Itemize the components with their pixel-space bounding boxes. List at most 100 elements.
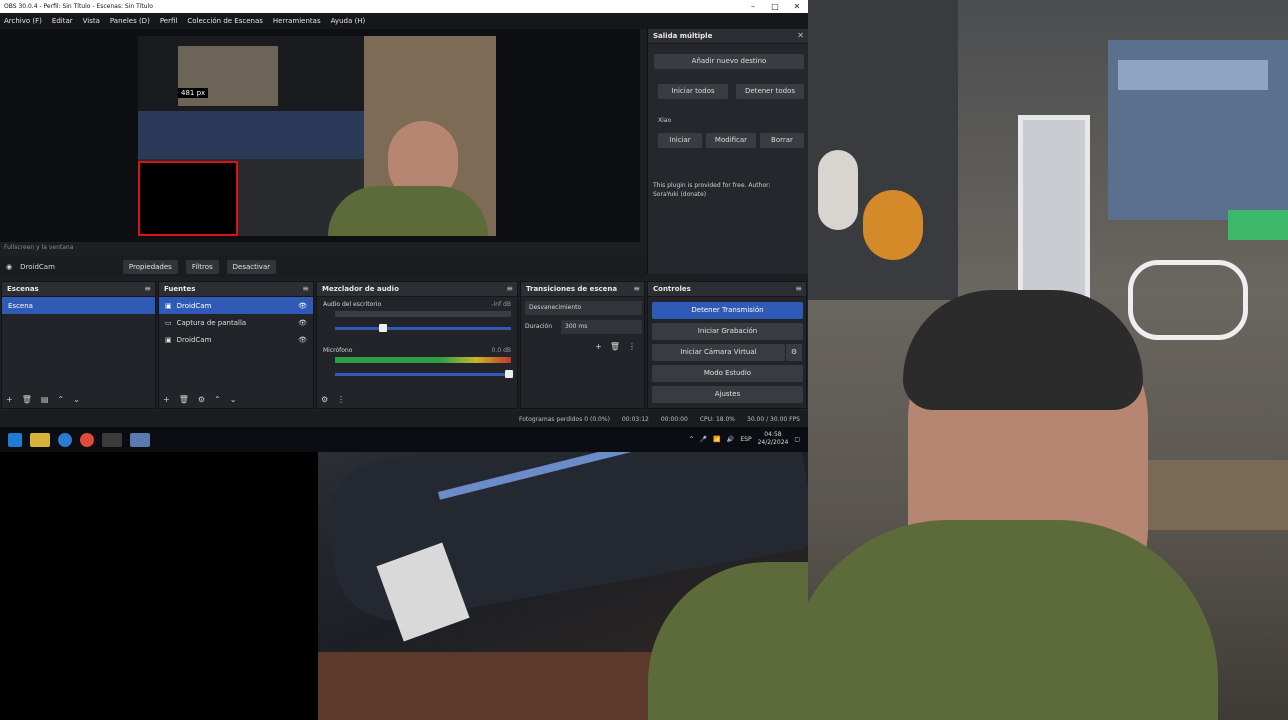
trash-icon[interactable]: 🗑 — [179, 395, 189, 404]
down-icon[interactable]: ⌄ — [73, 395, 80, 404]
desktop-volume-slider[interactable] — [335, 327, 511, 330]
scenes-title: Escenas — [7, 285, 39, 293]
dock-menu-icon[interactable]: ≡ — [633, 284, 640, 293]
start-all-button[interactable]: Iniciar todos — [658, 84, 728, 99]
preview-shirt — [328, 186, 488, 236]
visibility-eye-icon[interactable]: 👁 — [298, 302, 307, 310]
app-icon[interactable] — [130, 432, 150, 447]
hexagon-frame — [1128, 260, 1248, 340]
visibility-eye-icon[interactable]: 👁 — [298, 336, 307, 344]
up-icon[interactable]: ⌃ — [57, 395, 64, 404]
scenes-footer: + 🗑 ▤ ⌃ ⌄ — [6, 395, 80, 404]
target-delete-button[interactable]: Borrar — [760, 133, 804, 148]
sources-footer: + 🗑 ⚙ ⌃ ⌄ — [163, 395, 236, 404]
slider-handle[interactable] — [379, 324, 387, 332]
gear-icon[interactable]: ⚙ — [786, 344, 802, 361]
windows-start-icon[interactable] — [8, 432, 22, 447]
more-icon[interactable]: ⋮ — [337, 395, 345, 404]
edge-browser-icon[interactable] — [58, 432, 72, 447]
clock[interactable]: 04:58 24/2/2024 — [758, 431, 789, 447]
add-icon[interactable]: + — [6, 395, 13, 404]
mixer-settings-icon[interactable]: ⚙ — [321, 395, 328, 404]
stop-streaming-button[interactable]: Detener Transmisión — [652, 302, 803, 319]
menu-coleccion[interactable]: Colección de Escenas — [187, 17, 263, 25]
studio-mode-button[interactable]: Modo Estudio — [652, 365, 803, 382]
obs-app-icon[interactable] — [102, 432, 122, 447]
transition-toolbar: + 🗑 ⋮ — [595, 342, 636, 351]
rec-time: 00:00:00 — [660, 415, 688, 423]
controls-header: Controles ≡ — [648, 282, 806, 297]
status-bar: Fotogramas perdidos 0 (0.0%) 00:03:12 00… — [0, 411, 808, 427]
source-item[interactable]: ▭ Captura de pantalla 👁 — [159, 314, 313, 331]
menu-paneles[interactable]: Paneles (D) — [110, 17, 150, 25]
desktop-audio-meter — [335, 311, 511, 317]
selected-source-name: DroidCam — [20, 262, 55, 271]
selected-source-box[interactable] — [138, 161, 238, 236]
add-icon[interactable]: + — [163, 395, 170, 404]
target-modify-button[interactable]: Modificar — [706, 133, 756, 148]
sources-dock: Fuentes ≡ ▣ DroidCam 👁 ▭ Captura de pantalla… — [158, 281, 314, 409]
audio-mixer-dock: Mezclador de audio ≡ Audio del escritorio… — [316, 281, 518, 409]
close-button[interactable]: ✕ — [786, 0, 808, 13]
add-icon[interactable]: + — [595, 342, 602, 351]
scene-item[interactable]: Escena — [2, 297, 155, 314]
network-icon[interactable]: 📶 — [713, 436, 720, 443]
transition-type-select[interactable]: Desvanecimiento — [525, 301, 642, 315]
webcam-scene-right — [808, 0, 1288, 720]
maximize-button[interactable]: □ — [764, 0, 786, 13]
source-item[interactable]: ▣ DroidCam 👁 — [159, 331, 313, 348]
start-virtual-camera-button[interactable]: Iniciar Cámara Virtual — [652, 344, 785, 361]
mic-volume-slider[interactable] — [335, 373, 511, 376]
deactivate-button[interactable]: Desactivar — [226, 259, 277, 274]
volume-icon[interactable]: 🔊 — [727, 436, 734, 443]
add-target-button[interactable]: Añadir nuevo destino — [654, 54, 804, 69]
transitions-dock: Transiciones de escena ≡ Desvanecimiento … — [520, 281, 645, 409]
wooden-drawer — [1138, 460, 1288, 530]
source-label: DroidCam — [176, 335, 212, 344]
slider-handle[interactable] — [505, 370, 513, 378]
dock-menu-icon[interactable]: ≡ — [302, 284, 309, 293]
dock-menu-icon[interactable]: ≡ — [795, 284, 802, 293]
menu-editar[interactable]: Editar — [52, 17, 73, 25]
file-explorer-icon[interactable] — [30, 432, 50, 447]
target-start-button[interactable]: Iniciar — [658, 133, 702, 148]
settings-button[interactable]: Ajustes — [652, 386, 803, 403]
filters-button[interactable]: Filtros — [185, 259, 219, 274]
minimize-button[interactable]: – — [742, 0, 764, 13]
close-icon[interactable]: ✕ — [797, 31, 804, 40]
up-icon[interactable]: ⌃ — [214, 395, 221, 404]
multi-output-title: Salida múltiple — [653, 32, 713, 40]
controls-title: Controles — [653, 285, 691, 293]
chrome-browser-icon[interactable] — [80, 432, 94, 447]
cpu-usage: CPU: 18.0% — [699, 415, 736, 423]
audio-mixer-header: Mezclador de audio ≡ — [317, 282, 517, 297]
notification-icon[interactable]: ▢ — [794, 436, 800, 443]
source-item[interactable]: ▣ DroidCam 👁 — [159, 297, 313, 314]
preview-canvas[interactable]: 481 px — [138, 36, 496, 236]
filter-icon[interactable]: ▤ — [41, 395, 49, 404]
language-indicator[interactable]: ESP — [740, 436, 751, 443]
more-icon[interactable]: ⋮ — [628, 342, 636, 351]
duration-input[interactable]: 300 ms — [561, 320, 642, 334]
properties-button[interactable]: Propiedades — [122, 259, 178, 274]
visibility-eye-icon[interactable]: 👁 — [298, 319, 307, 327]
chevron-up-icon[interactable]: ^ — [689, 436, 694, 443]
dock-menu-icon[interactable]: ≡ — [506, 284, 513, 293]
menu-vista[interactable]: Vista — [83, 17, 100, 25]
trash-icon[interactable]: 🗑 — [610, 342, 620, 351]
down-icon[interactable]: ⌄ — [230, 395, 237, 404]
source-label: DroidCam — [176, 301, 212, 310]
preview-area: 481 px — [0, 29, 640, 242]
preview-hint: Fullscreen y la ventana — [4, 244, 73, 251]
menu-herramientas[interactable]: Herramientas — [273, 17, 321, 25]
stop-all-button[interactable]: Detener todos — [736, 84, 804, 99]
source-label: Captura de pantalla — [176, 318, 247, 327]
gear-icon[interactable]: ⚙ — [198, 395, 205, 404]
start-recording-button[interactable]: Iniciar Grabación — [652, 323, 803, 340]
camera-icon: ◉ — [6, 262, 13, 271]
menu-ayuda[interactable]: Ayuda (H) — [331, 17, 366, 25]
trash-icon[interactable]: 🗑 — [22, 395, 32, 404]
menu-archivo[interactable]: Archivo (F) — [4, 17, 42, 25]
dock-menu-icon[interactable]: ≡ — [144, 284, 151, 293]
menu-perfil[interactable]: Perfil — [160, 17, 178, 25]
